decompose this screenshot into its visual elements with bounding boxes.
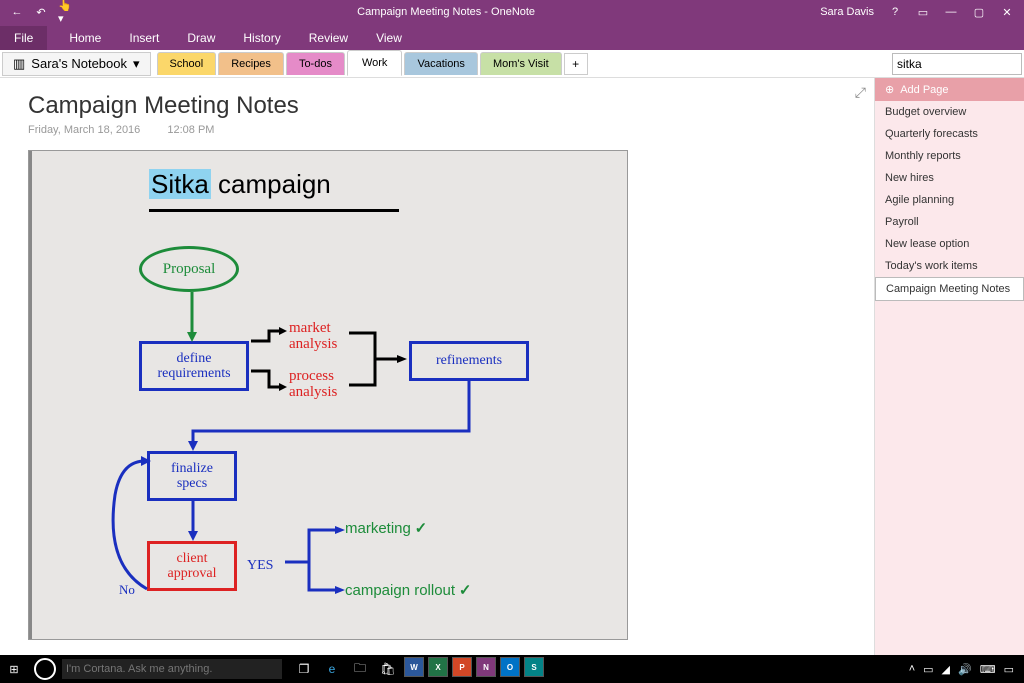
title-bar: ← ↶ 👆▾ Campaign Meeting Notes - OneNote … <box>0 0 1024 24</box>
close-icon[interactable]: ✕ <box>1000 5 1014 19</box>
page-item[interactable]: New hires <box>875 167 1024 189</box>
wb-client: client approval <box>147 541 237 591</box>
user-name[interactable]: Sara Davis <box>820 6 874 18</box>
battery-icon[interactable]: ▭ <box>923 663 933 676</box>
notebook-icon: ▥ <box>13 56 25 72</box>
ribbon-tab-draw[interactable]: Draw <box>173 26 229 50</box>
ribbon-options-icon[interactable]: ▭ <box>916 5 930 19</box>
powerpoint-icon[interactable]: P <box>452 657 472 677</box>
wifi-icon[interactable]: ◢ <box>942 663 950 676</box>
main-area: ⤢ Campaign Meeting Notes Friday, March 1… <box>0 78 1024 683</box>
edge-icon[interactable]: e <box>320 657 344 681</box>
plus-icon: ⊕ <box>885 83 894 96</box>
onenote-icon[interactable]: N <box>476 657 496 677</box>
page-item[interactable]: Payroll <box>875 211 1024 233</box>
start-button[interactable]: ⊞ <box>0 655 28 683</box>
add-page-button[interactable]: ⊕ Add Page <box>875 78 1024 101</box>
volume-icon[interactable]: 🔊 <box>958 663 972 676</box>
wb-rollout: campaign rollout ✓ <box>345 583 471 600</box>
cortana-search-input[interactable] <box>62 659 282 679</box>
undo-icon[interactable]: ↶ <box>34 5 48 19</box>
page-title[interactable]: Campaign Meeting Notes <box>28 92 846 120</box>
store-icon[interactable]: 🛍 <box>376 657 400 681</box>
page-time: 12:08 PM <box>167 124 214 136</box>
section-tab-recipes[interactable]: Recipes <box>218 52 284 75</box>
page-item[interactable]: Monthly reports <box>875 145 1024 167</box>
fullscreen-icon[interactable]: ⤢ <box>855 84 866 101</box>
page-item[interactable]: New lease option <box>875 233 1024 255</box>
page-item[interactable]: Budget overview <box>875 101 1024 123</box>
windows-taskbar: ⊞ ❐ e 🗀 🛍 W X P N O S ˄ ▭ ◢ 🔊 ⌨ ▭ <box>0 655 1024 683</box>
page-item[interactable]: Today's work items <box>875 255 1024 277</box>
ribbon-tab-view[interactable]: View <box>362 26 416 50</box>
file-tab[interactable]: File <box>0 26 47 50</box>
system-tray: ˄ ▭ ◢ 🔊 ⌨ ▭ <box>909 663 1024 676</box>
sharepoint-icon[interactable]: S <box>524 657 544 677</box>
chevron-down-icon: ▾ <box>133 56 140 72</box>
action-center-icon[interactable]: ▭ <box>1004 663 1014 676</box>
wb-refine: refinements <box>409 341 529 381</box>
wb-finalize: finalize specs <box>147 451 237 501</box>
notebook-bar: ▥ Sara's Notebook ▾ School Recipes To-do… <box>0 50 1024 78</box>
page-date: Friday, March 18, 2016 <box>28 124 140 136</box>
section-tab-moms[interactable]: Mom's Visit <box>480 52 562 75</box>
page-item[interactable]: Agile planning <box>875 189 1024 211</box>
excel-icon[interactable]: X <box>428 657 448 677</box>
section-tab-school[interactable]: School <box>157 52 217 75</box>
search-box[interactable] <box>892 53 1022 75</box>
touch-mode-icon[interactable]: 👆▾ <box>58 5 72 19</box>
search-input[interactable] <box>892 53 1022 75</box>
maximize-icon[interactable]: ▢ <box>972 5 986 19</box>
explorer-icon[interactable]: 🗀 <box>348 657 372 681</box>
wb-title: Sitka campaign <box>149 169 331 200</box>
ribbon-tab-review[interactable]: Review <box>295 26 362 50</box>
word-icon[interactable]: W <box>404 657 424 677</box>
tray-up-icon[interactable]: ˄ <box>909 663 915 676</box>
wb-yes: YES <box>247 559 273 574</box>
page-meta: Friday, March 18, 2016 12:08 PM <box>28 124 846 136</box>
section-tab-work[interactable]: Work <box>347 50 402 76</box>
ribbon-tab-insert[interactable]: Insert <box>115 26 173 50</box>
add-section-button[interactable]: + <box>564 53 588 75</box>
page-canvas[interactable]: ⤢ Campaign Meeting Notes Friday, March 1… <box>0 78 874 683</box>
outlook-icon[interactable]: O <box>500 657 520 677</box>
cortana-icon[interactable] <box>34 658 56 680</box>
section-tab-vacations[interactable]: Vacations <box>404 52 478 75</box>
ribbon-tab-history[interactable]: History <box>229 26 294 50</box>
whiteboard-image[interactable]: Sitka campaign Proposal define requireme… <box>28 150 628 640</box>
wb-market: market analysis <box>289 321 337 353</box>
section-tab-todos[interactable]: To-dos <box>286 52 345 75</box>
page-list-sidebar: ⊕ Add Page Budget overview Quarterly for… <box>874 78 1024 683</box>
add-page-label: Add Page <box>900 84 948 96</box>
minimize-icon[interactable]: — <box>944 5 958 19</box>
task-view-icon[interactable]: ❐ <box>292 657 316 681</box>
window-title: Campaign Meeting Notes - OneNote <box>82 6 810 18</box>
wb-title-highlight: Sitka <box>149 169 211 199</box>
wb-proposal: Proposal <box>139 246 239 292</box>
wb-title-rest: campaign <box>211 169 331 199</box>
notebook-selector[interactable]: ▥ Sara's Notebook ▾ <box>2 52 151 76</box>
page-item-selected[interactable]: Campaign Meeting Notes <box>875 277 1024 301</box>
page-item[interactable]: Quarterly forecasts <box>875 123 1024 145</box>
ribbon-tabs: File Home Insert Draw History Review Vie… <box>0 24 1024 50</box>
wb-marketing: marketing ✓ <box>345 521 427 538</box>
keyboard-icon[interactable]: ⌨ <box>980 663 996 676</box>
ribbon-tab-home[interactable]: Home <box>55 26 115 50</box>
nav-arrow-icon[interactable]: ← <box>10 5 24 19</box>
wb-underline <box>149 209 399 212</box>
help-icon[interactable]: ? <box>888 5 902 19</box>
notebook-name: Sara's Notebook <box>31 56 127 71</box>
